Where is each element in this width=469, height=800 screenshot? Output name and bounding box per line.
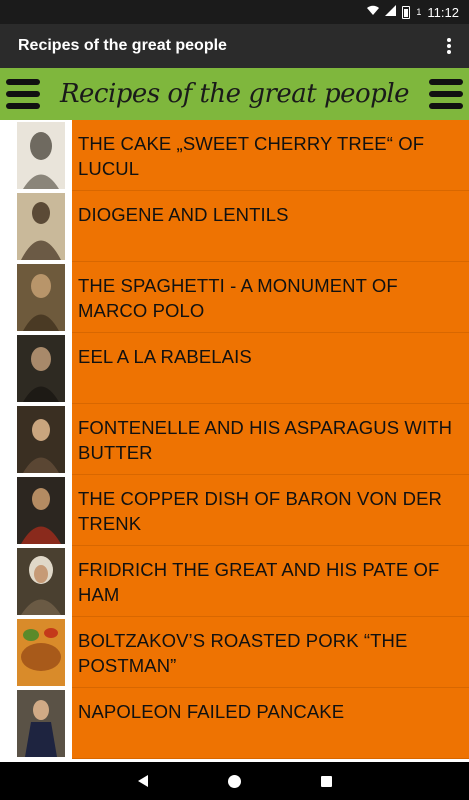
home-icon[interactable] xyxy=(227,774,241,788)
list-item[interactable]: BOLTZAKOV’S ROASTED PORK “THE POSTMAN” xyxy=(0,617,469,688)
portrait-thumbnail xyxy=(10,333,72,404)
list-item[interactable]: THE CAKE „SWEET CHERRY TREE“ OF LUCUL xyxy=(0,120,469,191)
recipe-title: DIOGENE AND LENTILS xyxy=(78,204,289,225)
list-item[interactable]: THE SPAGHETTI - A MONUMENT OF MARCO POLO xyxy=(0,262,469,333)
recipe-title: FRIDRICH THE GREAT AND HIS PATE OF HAM xyxy=(78,559,440,605)
recents-icon[interactable] xyxy=(320,775,332,787)
list-item[interactable]: THE COPPER DISH OF BARON VON DER TRENK xyxy=(0,475,469,546)
list-item[interactable]: DIOGENE AND LENTILS xyxy=(0,191,469,262)
more-vert-icon[interactable] xyxy=(429,24,469,68)
back-icon[interactable] xyxy=(137,775,148,787)
recipe-title: NAPOLEON FAILED PANCAKE xyxy=(78,701,345,722)
recipe-title: BOLTZAKOV’S ROASTED PORK “THE POSTMAN” xyxy=(78,630,408,676)
portrait-thumbnail xyxy=(10,688,72,759)
recipe-list: THE CAKE „SWEET CHERRY TREE“ OF LUCUL DI… xyxy=(0,120,469,762)
recipe-title: FONTENELLE AND HIS ASPARAGUS WITH BUTTER xyxy=(78,417,453,463)
wifi-icon xyxy=(367,5,380,19)
portrait-thumbnail xyxy=(10,120,72,191)
battery-icon xyxy=(402,5,411,19)
list-item[interactable]: EEL A LA RABELAIS xyxy=(0,333,469,404)
system-nav-bar xyxy=(0,762,469,800)
status-time: 11:12 xyxy=(427,4,459,20)
signal-icon xyxy=(385,5,397,19)
portrait-thumbnail xyxy=(10,262,72,333)
list-item[interactable]: FONTENELLE AND HIS ASPARAGUS WITH BUTTER xyxy=(0,404,469,475)
recipe-title: THE COPPER DISH OF BARON VON DER TRENK xyxy=(78,488,442,534)
portrait-thumbnail xyxy=(10,191,72,262)
app-bar: Recipes of the great people xyxy=(0,24,469,68)
battery-level: 1 xyxy=(416,7,422,17)
app-title: Recipes of the great people xyxy=(18,37,227,54)
list-item[interactable]: FRIDRICH THE GREAT AND HIS PATE OF HAM xyxy=(0,546,469,617)
status-bar: 1 11:12 xyxy=(0,0,469,24)
portrait-thumbnail xyxy=(10,475,72,546)
recipe-title: EEL A LA RABELAIS xyxy=(78,346,252,367)
portrait-thumbnail xyxy=(10,546,72,617)
banner-title: Recipes of the great people xyxy=(59,79,410,109)
list-item[interactable]: NAPOLEON FAILED PANCAKE xyxy=(0,688,469,759)
menu-icon[interactable] xyxy=(429,79,463,109)
recipe-title: THE CAKE „SWEET CHERRY TREE“ OF LUCUL xyxy=(78,133,425,179)
portrait-thumbnail xyxy=(10,404,72,475)
header-banner: Recipes of the great people xyxy=(0,68,469,120)
recipe-title: THE SPAGHETTI - A MONUMENT OF MARCO POLO xyxy=(78,275,398,321)
food-thumbnail xyxy=(10,617,72,688)
menu-icon[interactable] xyxy=(6,79,40,109)
